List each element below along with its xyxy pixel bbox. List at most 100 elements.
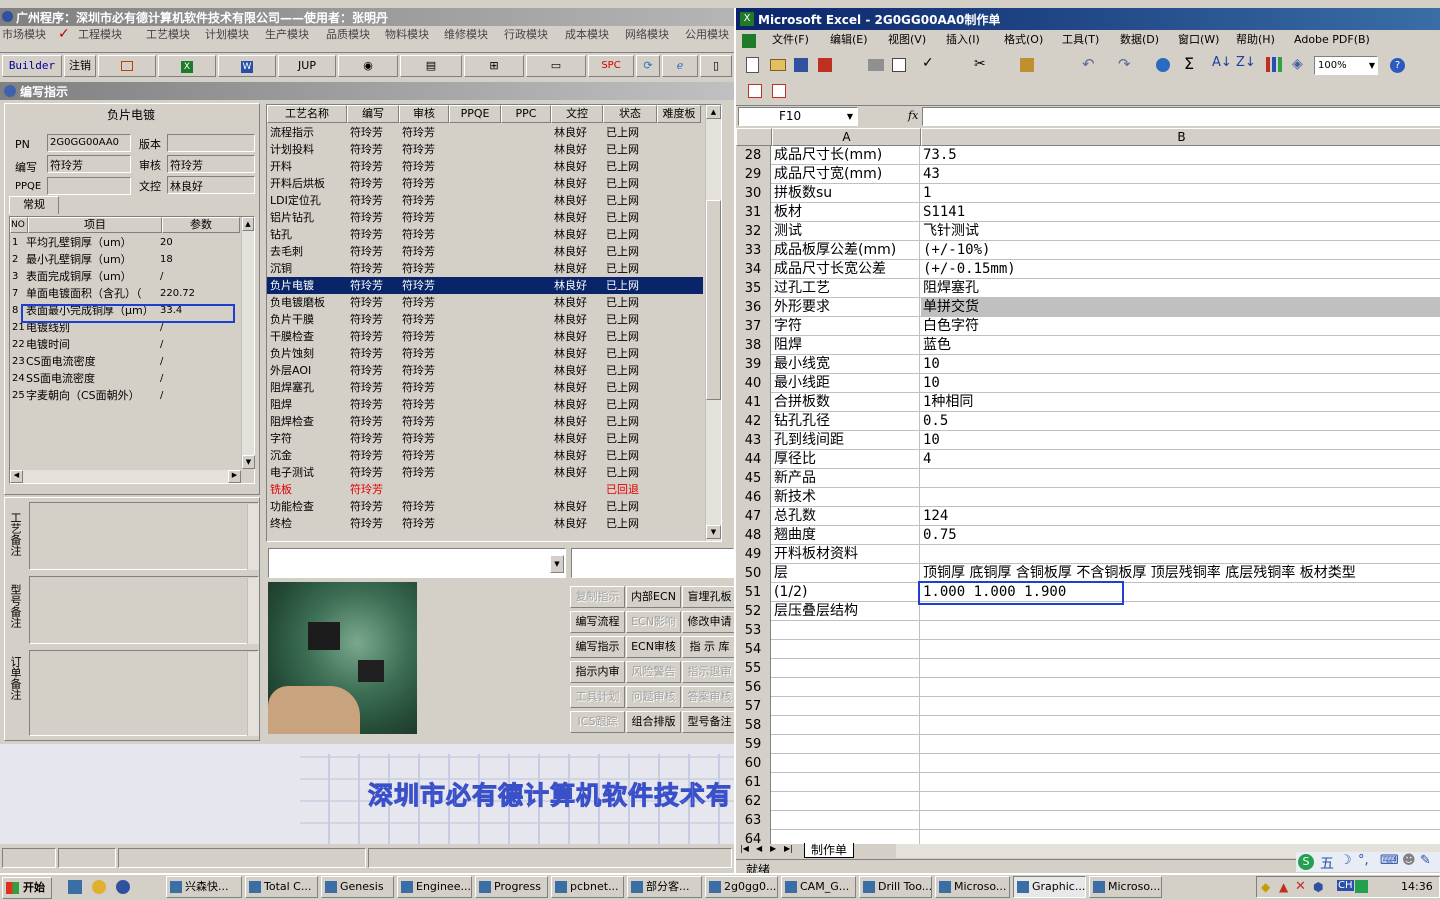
taskbar-item[interactable]: Drill Too... <box>859 876 932 898</box>
help-icon[interactable]: ? <box>1390 58 1405 73</box>
cell-a[interactable] <box>772 830 920 844</box>
print-button[interactable]: ▭ <box>526 55 586 77</box>
process-row[interactable]: 阻焊 符玲芳 符玲芳 林良好 已上网 <box>267 396 703 413</box>
refresh-button[interactable]: ⟳ <box>636 55 660 77</box>
pdf-convert-icon[interactable] <box>748 84 762 98</box>
proc-header-1[interactable]: 编写 <box>347 105 399 123</box>
scroll-down-icon[interactable]: ▼ <box>242 455 255 469</box>
sheet-tab-active[interactable]: 制作单 <box>804 843 855 858</box>
scroll-up-icon[interactable]: ▲ <box>706 105 721 119</box>
taskbar-item[interactable]: Microso... <box>1089 876 1162 898</box>
ime-toolbar[interactable]: S 五 ☽ °, ⌨ ☻ ✎ <box>1296 852 1440 872</box>
row-header[interactable]: 50 <box>736 564 771 583</box>
row-header[interactable]: 49 <box>736 545 771 564</box>
cell-a[interactable] <box>772 678 920 697</box>
writer-field[interactable]: 符玲芳 <box>47 155 131 173</box>
taskbar-item[interactable]: 兴森快... <box>166 876 242 898</box>
row-header[interactable]: 37 <box>736 317 771 336</box>
menu-item[interactable]: 维修模块 <box>444 26 488 44</box>
cell-b[interactable]: 白色字符 <box>921 317 1440 336</box>
punct-icon[interactable]: °, <box>1358 853 1369 868</box>
proc-header-6[interactable]: 状态 <box>603 105 657 123</box>
process-row[interactable]: 电子测试 符玲芳 符玲芳 林良好 已上网 <box>267 464 703 481</box>
param-row[interactable]: 22 电镀时间 / <box>10 336 240 353</box>
row-header[interactable]: 30 <box>736 184 771 203</box>
next-sheet-icon[interactable]: ▶ <box>770 844 776 853</box>
tray-ime-label[interactable]: CH <box>1337 880 1354 891</box>
action-button[interactable]: 组合排版 <box>626 711 681 733</box>
cell-a[interactable]: 翘曲度 <box>772 526 920 545</box>
excel-menu-item[interactable]: 数据(D) <box>1120 31 1159 49</box>
cell-b[interactable] <box>921 830 1440 844</box>
action-button[interactable]: 问题审核 <box>626 686 681 708</box>
param-row[interactable]: 2 最小孔壁铜厚（um） 18 <box>10 251 240 268</box>
row-header[interactable]: 38 <box>736 336 771 355</box>
params-vscroll[interactable]: ▲ ▼ <box>241 217 255 469</box>
cell-b[interactable] <box>921 488 1440 507</box>
row-header[interactable]: 61 <box>736 773 771 792</box>
eye-button[interactable]: ◉ <box>338 55 398 77</box>
cell-a[interactable] <box>772 659 920 678</box>
chart-icon[interactable] <box>1266 57 1282 72</box>
cell-a[interactable] <box>772 773 920 792</box>
process-row[interactable]: 负片电镀 符玲芳 符玲芳 林良好 已上网 <box>267 277 703 294</box>
cell-b[interactable] <box>921 469 1440 488</box>
param-row[interactable]: 25 字麦朝向（CS面朝外） / <box>10 387 240 404</box>
cell-b[interactable] <box>921 754 1440 773</box>
row-header[interactable]: 35 <box>736 279 771 298</box>
proc-header-5[interactable]: 文控 <box>551 105 603 123</box>
cell-b[interactable] <box>921 621 1440 640</box>
builder-button[interactable]: Builder <box>2 55 62 77</box>
excel-menu-item[interactable]: 编辑(E) <box>830 31 868 49</box>
cell-a[interactable]: 成品板厚公差(mm) <box>772 241 920 260</box>
cell-a[interactable] <box>772 716 920 735</box>
process-row[interactable]: LDI定位孔 符玲芳 符玲芳 林良好 已上网 <box>267 192 703 209</box>
cell-b[interactable]: 1 <box>921 184 1440 203</box>
start-button[interactable]: 开始 <box>2 877 52 899</box>
cell-a[interactable]: 最小线宽 <box>772 355 920 374</box>
tab-general[interactable]: 常规 <box>9 196 59 214</box>
hyperlink-icon[interactable] <box>1156 58 1170 72</box>
cell-b[interactable]: 0.5 <box>921 412 1440 431</box>
column-header-b[interactable]: B <box>921 128 1440 146</box>
page-button[interactable]: ▯ <box>700 55 732 77</box>
proc-header-3[interactable]: PPQE <box>449 105 501 123</box>
row-header[interactable]: 56 <box>736 678 771 697</box>
excel-menu-item[interactable]: 窗口(W) <box>1178 31 1219 49</box>
column-header-a[interactable]: A <box>772 128 921 146</box>
model-note-field[interactable] <box>29 576 259 644</box>
row-header[interactable]: 43 <box>736 431 771 450</box>
cell-a[interactable]: (1/2) <box>772 583 920 602</box>
cell-a[interactable]: 成品尺寸长宽公差 <box>772 260 920 279</box>
taskbar-item[interactable]: pcbnet... <box>551 876 624 898</box>
doc-button[interactable]: ▤ <box>400 55 462 77</box>
row-header[interactable]: 48 <box>736 526 771 545</box>
workbook-icon[interactable] <box>742 34 756 48</box>
proc-header-0[interactable]: 工艺名称 <box>267 105 347 123</box>
pdf-email-icon[interactable] <box>772 84 786 98</box>
action-button[interactable]: 编写流程 <box>570 611 625 633</box>
cell-a[interactable] <box>772 792 920 811</box>
process-row[interactable]: 干膜检查 符玲芳 符玲芳 林良好 已上网 <box>267 328 703 345</box>
header-value[interactable]: 参数 <box>162 217 240 233</box>
process-row[interactable]: 沉金 符玲芳 符玲芳 林良好 已上网 <box>267 447 703 464</box>
ime-wubi-icon[interactable]: 五 <box>1320 853 1334 873</box>
tool-button-1[interactable] <box>98 55 156 77</box>
row-header[interactable]: 51 <box>736 583 771 602</box>
row-header[interactable]: 34 <box>736 260 771 279</box>
action-button[interactable]: 指示退审 <box>682 661 737 683</box>
action-button[interactable]: 复制指示 <box>570 586 625 608</box>
process-row[interactable]: 流程指示 符玲芳 符玲芳 林良好 已上网 <box>267 124 703 141</box>
menu-item[interactable]: 计划模块 <box>205 26 249 44</box>
tray-sogou-icon[interactable] <box>1355 880 1368 893</box>
row-header[interactable]: 47 <box>736 507 771 526</box>
version-field[interactable] <box>167 134 255 152</box>
keyboard-icon[interactable]: ⌨ <box>1380 853 1399 868</box>
prev-sheet-icon[interactable]: ◀ <box>756 844 762 853</box>
tray-x-icon[interactable]: ✕ <box>1295 879 1306 894</box>
undo-icon[interactable]: ↶ <box>1082 55 1095 73</box>
dropdown-arrow-icon[interactable]: ▼ <box>847 108 853 125</box>
process-note-field[interactable] <box>29 502 259 570</box>
menu-item[interactable]: 品质模块 <box>326 26 370 44</box>
cell-b[interactable] <box>921 678 1440 697</box>
